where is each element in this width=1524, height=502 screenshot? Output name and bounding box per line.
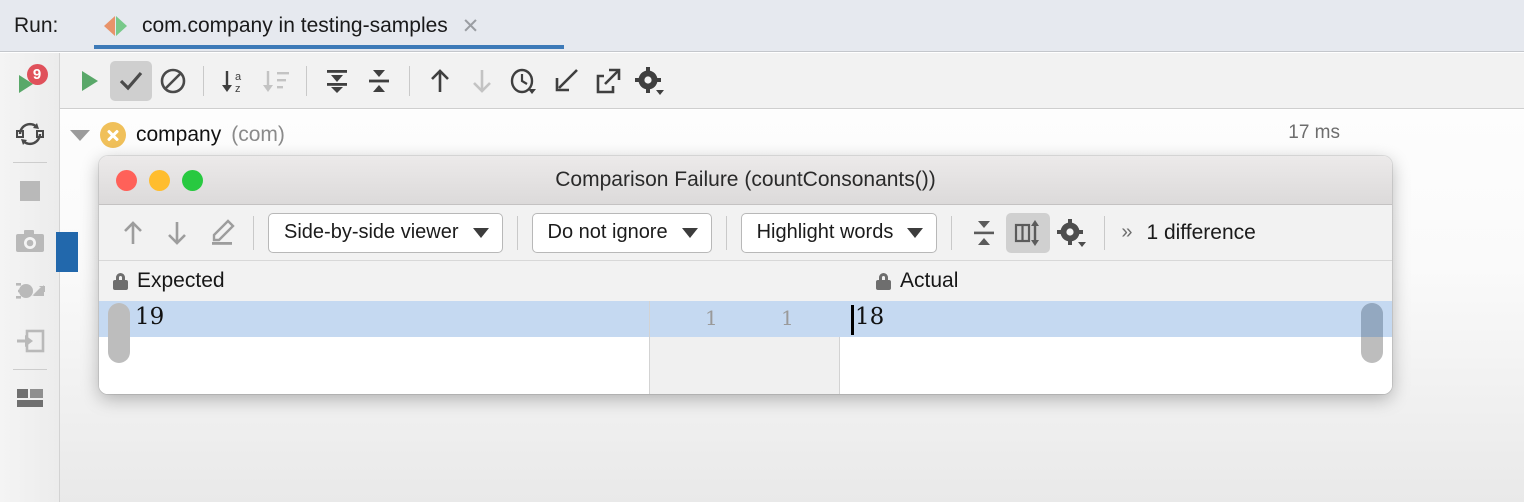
edit-source-button[interactable] bbox=[199, 213, 243, 253]
collapse-all-button[interactable] bbox=[358, 61, 400, 101]
screenshot-button[interactable] bbox=[6, 216, 54, 266]
selected-tree-node-indicator bbox=[56, 232, 78, 272]
sort-alphabetically-button[interactable]: a z bbox=[213, 61, 255, 101]
toolbar-separator bbox=[253, 215, 254, 250]
actual-label: Actual bbox=[900, 269, 959, 292]
diff-panes: 19 1 1 18 bbox=[99, 301, 1392, 394]
highlight-mode-label: Highlight words bbox=[756, 221, 894, 243]
show-passed-toggle[interactable] bbox=[110, 60, 152, 101]
previous-failed-button[interactable] bbox=[419, 61, 461, 101]
next-failed-button[interactable] bbox=[461, 61, 503, 101]
expected-pane-header: Expected bbox=[113, 269, 225, 293]
chevron-down-icon bbox=[681, 227, 698, 238]
actual-line-number: 1 bbox=[781, 306, 794, 330]
toolbar-separator bbox=[12, 162, 47, 163]
test-duration: 17 ms bbox=[1288, 122, 1340, 143]
sort-by-duration-button[interactable] bbox=[255, 61, 297, 101]
toolbar-separator bbox=[516, 215, 518, 250]
toolbar-separator bbox=[409, 65, 410, 96]
export-tests-button[interactable] bbox=[587, 61, 629, 101]
diff-gutter: 1 1 bbox=[649, 301, 841, 394]
highlight-mode-dropdown[interactable]: Highlight words bbox=[740, 212, 938, 253]
chevron-down-icon bbox=[907, 227, 924, 238]
text-caret bbox=[851, 305, 854, 335]
show-ignored-toggle[interactable] bbox=[152, 61, 194, 101]
test-node-package: (com) bbox=[231, 123, 285, 146]
run-label: Run: bbox=[14, 14, 59, 37]
sync-columns-toggle[interactable] bbox=[1006, 212, 1051, 253]
actual-pane-scrollbar-highlight[interactable] bbox=[1361, 303, 1383, 337]
import-tests-button[interactable] bbox=[545, 61, 587, 101]
next-difference-button[interactable] bbox=[155, 213, 199, 253]
ignore-policy-dropdown[interactable]: Do not ignore bbox=[531, 212, 712, 253]
toolbar-overflow-icon[interactable]: » bbox=[1115, 221, 1138, 244]
comparison-failure-dialog: Comparison Failure (countConsonants()) S… bbox=[99, 156, 1392, 394]
stop-button[interactable] bbox=[6, 166, 54, 216]
run-tests-button[interactable] bbox=[68, 61, 110, 101]
window-controls bbox=[116, 169, 203, 191]
expected-line-number: 1 bbox=[705, 306, 718, 330]
svg-text:z: z bbox=[235, 83, 241, 95]
expected-pane-scrollbar[interactable] bbox=[108, 303, 130, 363]
expected-diff-highlight bbox=[99, 301, 649, 337]
actual-pane-header: Actual bbox=[876, 269, 958, 293]
dialog-title-bar[interactable]: Comparison Failure (countConsonants()) bbox=[99, 156, 1392, 205]
close-window-button[interactable] bbox=[116, 169, 137, 191]
actual-highlight-edge bbox=[1383, 301, 1392, 337]
expected-pane[interactable]: 19 bbox=[99, 301, 649, 394]
toolbar-separator bbox=[12, 369, 47, 370]
chevron-down-icon bbox=[472, 227, 489, 238]
toolbar-separator bbox=[306, 65, 307, 96]
actual-pane[interactable]: 18 bbox=[841, 301, 1392, 394]
previous-difference-button[interactable] bbox=[111, 213, 155, 253]
ide-run-window: Run: com.company in testing-samples ✕ 9 bbox=[0, 0, 1524, 502]
toolbar-separator bbox=[1104, 215, 1106, 250]
actual-value: 18 bbox=[855, 304, 885, 330]
expand-all-button[interactable] bbox=[316, 61, 358, 101]
diff-pane-headers: Expected Actual bbox=[99, 261, 1392, 301]
test-results-toolbar: a z bbox=[60, 53, 1524, 109]
minimize-window-button[interactable] bbox=[149, 169, 170, 191]
expected-value: 19 bbox=[135, 304, 165, 330]
failed-count-badge: 9 bbox=[26, 64, 48, 85]
close-tab-icon[interactable]: ✕ bbox=[460, 16, 480, 37]
ignore-policy-label: Do not ignore bbox=[547, 221, 668, 243]
actual-diff-highlight bbox=[841, 301, 1392, 337]
collapse-triangle-icon[interactable] bbox=[70, 129, 90, 141]
diff-settings-button[interactable] bbox=[1050, 213, 1094, 253]
run-side-toolbar: 9 bbox=[0, 53, 60, 502]
viewer-mode-dropdown[interactable]: Side-by-side viewer bbox=[268, 212, 503, 253]
test-history-button[interactable] bbox=[503, 61, 545, 101]
rerun-failed-tests-button[interactable] bbox=[6, 109, 54, 159]
dialog-title: Comparison Failure (countConsonants()) bbox=[555, 168, 936, 191]
toolbar-separator bbox=[951, 215, 953, 250]
collapse-unchanged-button[interactable] bbox=[962, 213, 1006, 253]
lock-icon bbox=[876, 272, 891, 290]
gutter-diff-highlight bbox=[650, 301, 841, 337]
run-tab-bar: Run: com.company in testing-samples ✕ bbox=[0, 0, 1524, 52]
test-config-icon bbox=[104, 14, 130, 38]
dump-threads-button[interactable] bbox=[6, 266, 54, 316]
failed-x-icon bbox=[100, 122, 126, 148]
test-node-name: company bbox=[136, 123, 222, 146]
zoom-window-button[interactable] bbox=[182, 169, 203, 191]
lock-icon bbox=[113, 272, 128, 290]
test-settings-button[interactable] bbox=[629, 61, 671, 101]
restore-layout-button[interactable] bbox=[6, 316, 54, 366]
expected-label: Expected bbox=[137, 269, 225, 292]
toolbar-separator bbox=[725, 215, 727, 250]
svg-text:a: a bbox=[235, 71, 242, 83]
viewer-mode-label: Side-by-side viewer bbox=[284, 221, 459, 243]
diff-toolbar: Side-by-side viewer Do not ignore Highli… bbox=[99, 205, 1392, 261]
rerun-button[interactable]: 9 bbox=[6, 59, 54, 109]
difference-count-label: 1 difference bbox=[1146, 220, 1256, 244]
toolbar-separator bbox=[203, 65, 204, 96]
layout-settings-button[interactable] bbox=[6, 373, 54, 423]
tab-active-underline bbox=[94, 45, 564, 49]
expected-highlight-edge bbox=[99, 301, 108, 337]
tab-title: com.company in testing-samples bbox=[142, 14, 448, 37]
